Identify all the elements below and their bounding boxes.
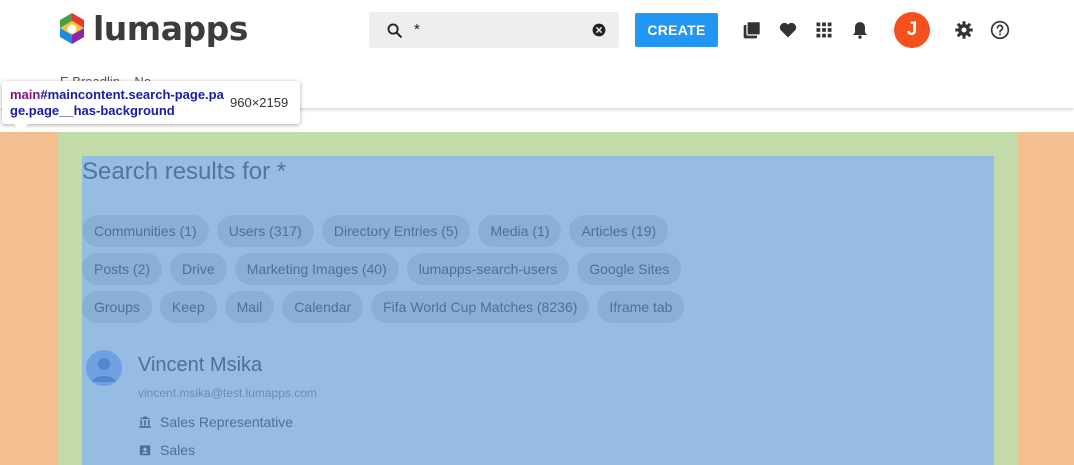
search-box[interactable]	[369, 12, 619, 48]
filter-chips-row-1: Communities (1) Users (317) Directory En…	[82, 215, 669, 247]
filter-chip[interactable]: Keep	[159, 291, 217, 323]
filter-chips-row-3: Groups Keep Mail Calendar Fifa World Cup…	[82, 291, 685, 323]
bank-icon	[139, 416, 151, 428]
filter-chip[interactable]: Posts (2)	[82, 253, 163, 285]
content-library-icon[interactable]	[742, 20, 762, 40]
clear-icon[interactable]	[592, 23, 606, 37]
filter-chip[interactable]: Users (317)	[216, 215, 314, 247]
filter-chip[interactable]: Media (1)	[478, 215, 562, 247]
result-department: Sales	[138, 442, 195, 458]
department-text: Sales	[160, 442, 196, 458]
inspector-dimensions: 960×2159	[230, 95, 289, 110]
filter-chips-row-2: Posts (2) Drive Marketing Images (40) lu…	[82, 253, 682, 285]
filter-chip[interactable]: Fifa World Cup Matches (8236)	[371, 291, 590, 323]
gear-icon[interactable]	[954, 20, 974, 40]
filter-chip[interactable]: Marketing Images (40)	[234, 253, 399, 285]
filter-chip[interactable]: Mail	[224, 291, 275, 323]
user-placeholder-icon	[92, 358, 116, 382]
filter-chip[interactable]: Calendar	[282, 291, 364, 323]
heart-icon[interactable]	[778, 20, 798, 40]
apps-grid-icon[interactable]	[814, 20, 834, 40]
lumapps-logo[interactable]: lumapps	[57, 12, 248, 46]
help-icon[interactable]	[990, 20, 1010, 40]
inspector-selector-text: #maincontent.search-page.page.page__has-…	[10, 87, 224, 118]
tooltip-arrow	[14, 124, 28, 131]
filter-chip[interactable]: Directory Entries (5)	[321, 215, 471, 247]
filter-chip[interactable]: Iframe tab	[597, 291, 685, 323]
filter-chip[interactable]: Communities (1)	[82, 215, 209, 247]
lumapps-logo-icon	[60, 13, 84, 44]
create-button[interactable]: CREATE	[635, 13, 718, 47]
badge-icon	[139, 445, 151, 456]
bell-icon[interactable]	[850, 20, 870, 40]
avatar	[86, 350, 122, 386]
inspector-selector: main#maincontent.search-page.page.page__…	[10, 87, 225, 119]
job-title-text: Sales Representative	[160, 414, 294, 430]
logo-text: lumapps	[93, 9, 248, 48]
search-input[interactable]	[414, 21, 574, 38]
search-icon	[387, 23, 402, 38]
filter-chip[interactable]: lumapps-search-users	[406, 253, 570, 285]
filter-chip[interactable]: Google Sites	[577, 253, 682, 285]
inspector-tag: main	[10, 87, 41, 102]
result-job-title: Sales Representative	[138, 414, 293, 430]
result-name[interactable]: Vincent Msika	[138, 354, 262, 377]
result-email: vincent.msika@test.lumapps.com	[138, 386, 317, 400]
filter-chip[interactable]: Groups	[82, 291, 152, 323]
page-title: Search results for *	[82, 158, 287, 185]
inspector-tooltip: main#maincontent.search-page.page.page__…	[2, 81, 300, 131]
filter-chip[interactable]: Drive	[170, 253, 227, 285]
user-avatar[interactable]: J	[894, 12, 930, 48]
filter-chip[interactable]: Articles (19)	[569, 215, 669, 247]
